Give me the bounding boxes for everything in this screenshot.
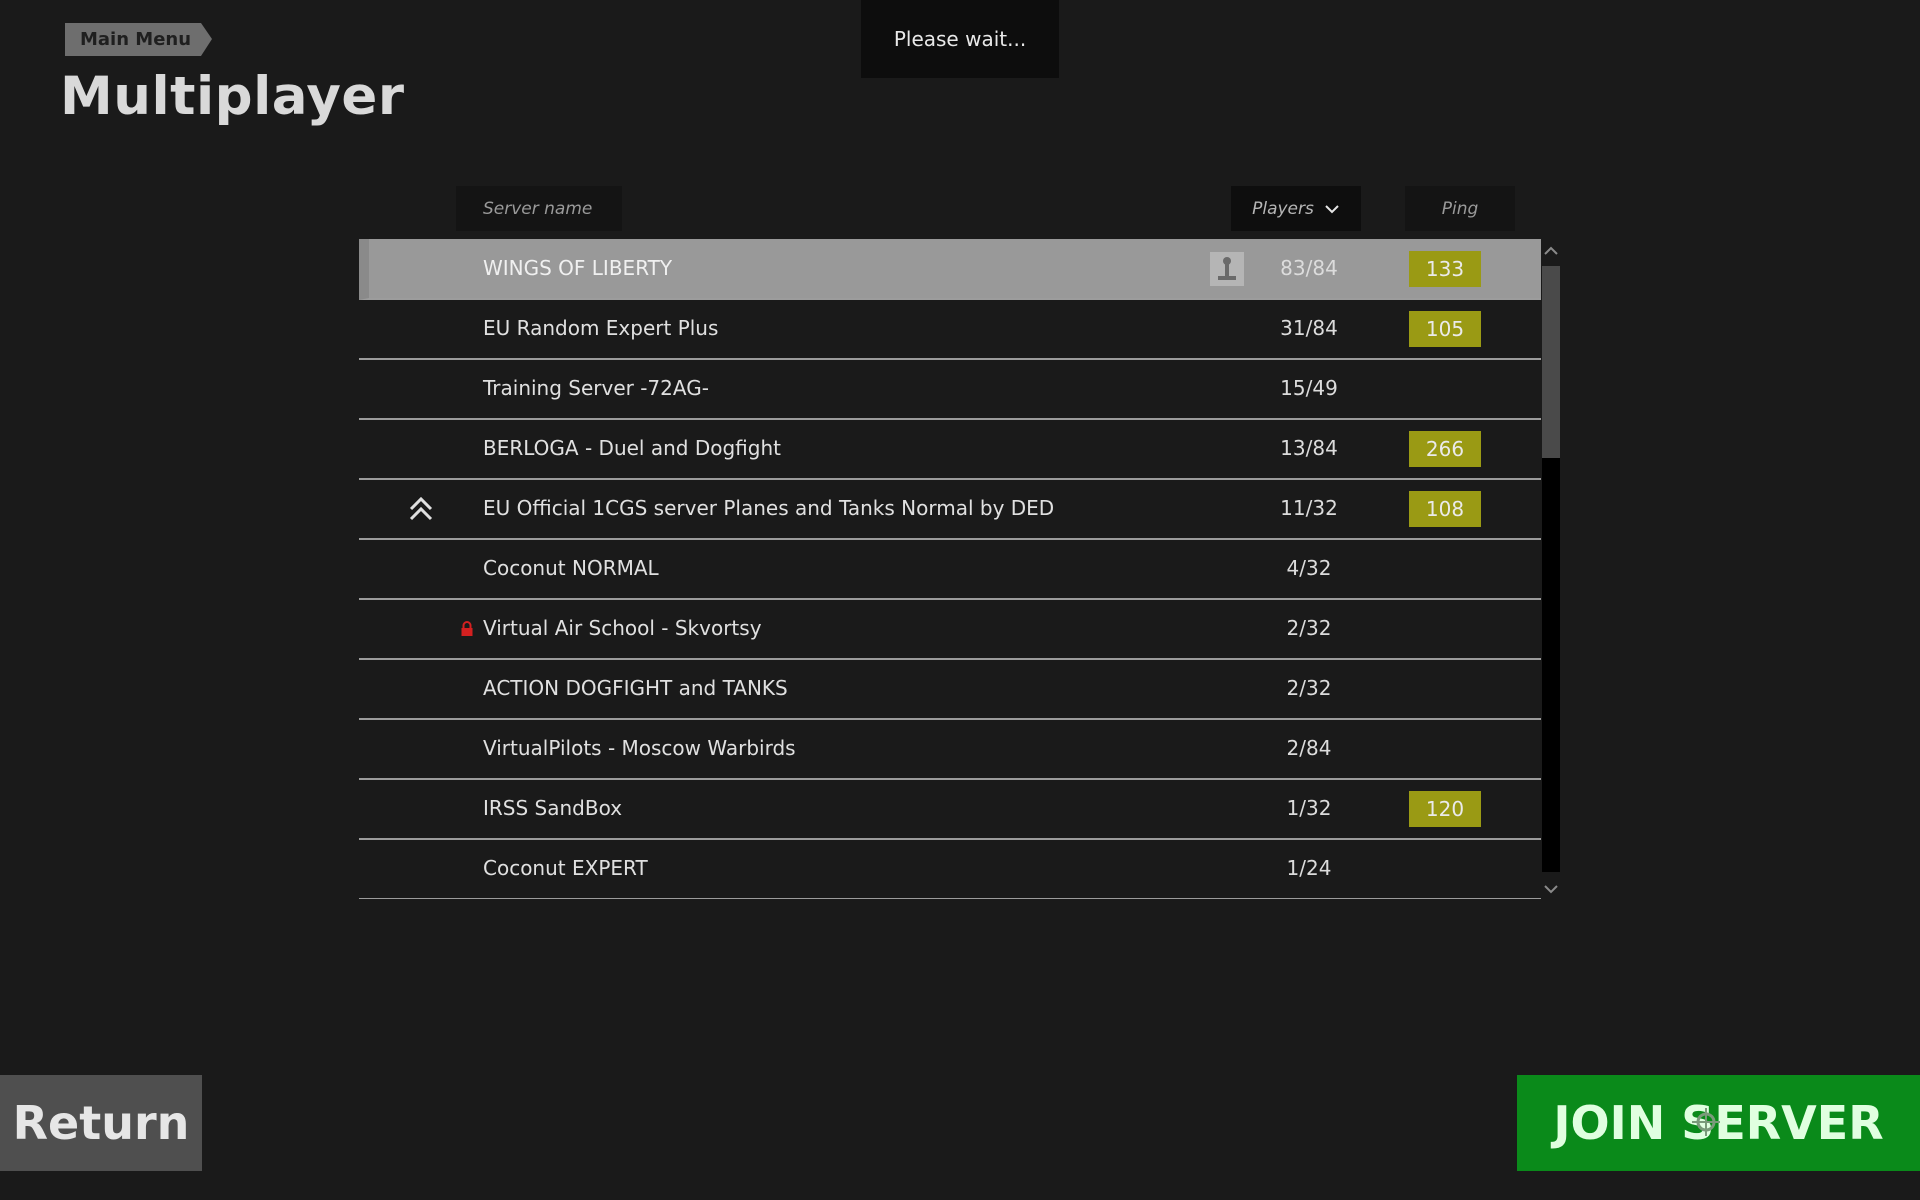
server-name: VirtualPilots - Moscow Warbirds <box>483 736 796 760</box>
server-players: 15/49 <box>1280 376 1338 400</box>
server-name: ACTION DOGFIGHT and TANKS <box>483 676 788 700</box>
server-row[interactable]: Coconut NORMAL 4/32 <box>359 539 1541 600</box>
chevron-double-up-icon <box>409 496 433 521</box>
server-players: 4/32 <box>1286 556 1332 580</box>
server-name: Training Server -72AG- <box>483 376 709 400</box>
lock-icon <box>461 621 473 636</box>
server-name: Coconut EXPERT <box>483 856 648 880</box>
server-row[interactable]: Training Server -72AG- 15/49 <box>359 359 1541 420</box>
ping-badge: 120 <box>1409 791 1481 827</box>
breadcrumb-label: Main Menu <box>79 29 192 50</box>
server-players: 83/84 <box>1280 256 1338 280</box>
server-list: WINGS OF LIBERTY 83/84 133 EU Random Expert… <box>359 239 1541 899</box>
server-players: 13/84 <box>1280 436 1338 460</box>
column-header-players-label: Players <box>1252 198 1314 219</box>
server-name: BERLOGA - Duel and Dogfight <box>483 436 781 460</box>
column-header-players[interactable]: Players <box>1231 186 1361 231</box>
ping-badge: 266 <box>1409 431 1481 467</box>
server-row[interactable]: BERLOGA - Duel and Dogfight 13/84 266 <box>359 419 1541 480</box>
server-row[interactable]: ACTION DOGFIGHT and TANKS 2/32 <box>359 659 1541 720</box>
scroll-up-icon[interactable] <box>1540 240 1562 262</box>
server-players: 2/84 <box>1286 736 1332 760</box>
server-row[interactable]: IRSS SandBox 1/32 120 <box>359 779 1541 840</box>
server-players: 2/32 <box>1286 676 1332 700</box>
server-row[interactable]: VirtualPilots - Moscow Warbirds 2/84 <box>359 719 1541 780</box>
scroll-down-icon[interactable] <box>1540 878 1562 900</box>
server-players: 1/32 <box>1286 796 1332 820</box>
server-players: 11/32 <box>1280 496 1338 520</box>
column-header-server-name[interactable]: Server name <box>456 186 622 231</box>
server-name: WINGS OF LIBERTY <box>483 256 673 280</box>
server-row[interactable]: Virtual Air School - Skvortsy 2/32 <box>359 599 1541 660</box>
ping-badge: 133 <box>1409 251 1481 287</box>
crosshair-cursor-icon <box>1692 1108 1720 1136</box>
server-row[interactable]: Coconut EXPERT 1/24 <box>359 839 1541 899</box>
server-players: 1/24 <box>1286 856 1332 880</box>
server-row[interactable]: WINGS OF LIBERTY 83/84 133 <box>359 239 1541 300</box>
multiplayer-screen: Main Menu Multiplayer Please wait... Ser… <box>0 0 1920 1200</box>
server-players: 2/32 <box>1286 616 1332 640</box>
server-name: Coconut NORMAL <box>483 556 659 580</box>
breadcrumb-main-menu[interactable]: Main Menu <box>65 23 212 56</box>
return-button[interactable]: Return <box>0 1075 202 1171</box>
loading-toast: Please wait... <box>861 0 1059 78</box>
server-players: 31/84 <box>1280 316 1338 340</box>
scrollbar-thumb[interactable] <box>1542 266 1560 458</box>
column-header-ping[interactable]: Ping <box>1405 186 1515 231</box>
ping-badge: 105 <box>1409 311 1481 347</box>
server-name: IRSS SandBox <box>483 796 623 820</box>
page-title: Multiplayer <box>60 66 405 127</box>
chevron-down-icon <box>1325 204 1339 213</box>
server-row[interactable]: EU Official 1CGS server Planes and Tanks… <box>359 479 1541 540</box>
ping-badge: 108 <box>1409 491 1481 527</box>
server-name: EU Random Expert Plus <box>483 316 719 340</box>
server-name: EU Official 1CGS server Planes and Tanks… <box>483 496 1055 520</box>
server-name: Virtual Air School - Skvortsy <box>483 616 762 640</box>
server-row[interactable]: EU Random Expert Plus 31/84 105 <box>359 299 1541 360</box>
